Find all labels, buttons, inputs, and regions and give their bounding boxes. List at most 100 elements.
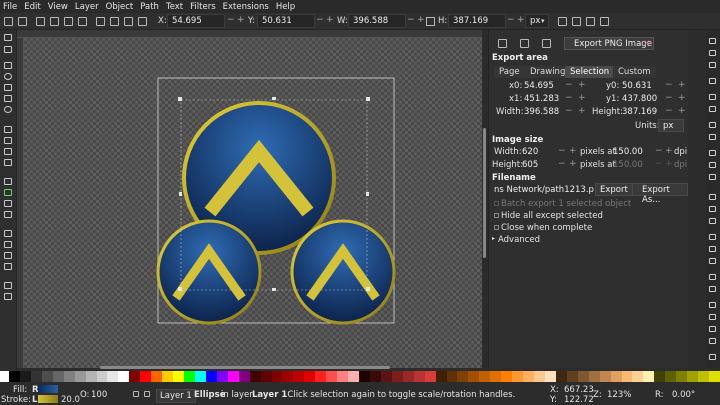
color-swatch[interactable]: [709, 371, 720, 382]
color-swatch[interactable]: [205, 371, 217, 382]
layer-lock-icon[interactable]: [144, 391, 150, 397]
filename-input[interactable]: ns Network/path1213.png: [494, 184, 594, 197]
x1-input[interactable]: 451.283: [524, 93, 559, 106]
color-swatch[interactable]: [227, 371, 239, 382]
color-swatch[interactable]: [523, 371, 534, 382]
dpi-x-increment[interactable]: +: [665, 146, 673, 156]
y-decrement[interactable]: −: [316, 15, 324, 25]
color-swatch[interactable]: [282, 371, 294, 382]
color-swatch[interactable]: [151, 371, 163, 382]
color-swatch[interactable]: [610, 371, 622, 382]
x0-input[interactable]: 54.695: [524, 80, 554, 93]
menu-view[interactable]: View: [48, 2, 68, 12]
raise-top-icon[interactable]: [138, 17, 147, 26]
close-when-checkbox[interactable]: [494, 225, 499, 230]
advanced-expander[interactable]: Advanced: [498, 235, 540, 245]
gradient-tool-icon[interactable]: [4, 263, 12, 270]
menu-edit[interactable]: Edit: [24, 2, 40, 12]
export-tab[interactable]: Export PNG Image ×: [564, 37, 654, 50]
color-swatch[interactable]: [676, 371, 688, 382]
color-swatch[interactable]: [162, 371, 174, 382]
menu-text[interactable]: Text: [166, 2, 183, 12]
x1-increment[interactable]: +: [578, 93, 586, 103]
move-gradients-icon[interactable]: [586, 17, 595, 26]
w-increment[interactable]: +: [417, 15, 425, 25]
stroke-indicator[interactable]: L: [32, 395, 37, 405]
h-decrement[interactable]: −: [507, 15, 515, 25]
fill-stroke-dialog-icon[interactable]: [709, 302, 716, 308]
flip-vertical-icon[interactable]: [78, 17, 87, 26]
export-button[interactable]: Export: [595, 183, 633, 196]
text-tool-icon[interactable]: [4, 159, 12, 166]
spiral-tool-icon[interactable]: [4, 106, 12, 113]
xml-editor-icon[interactable]: [709, 326, 716, 332]
pen-tool-icon[interactable]: [4, 137, 12, 144]
color-swatch[interactable]: [315, 371, 327, 382]
y-increment[interactable]: +: [326, 15, 334, 25]
color-swatch[interactable]: [588, 371, 600, 382]
y0-input[interactable]: 50.631: [622, 80, 652, 93]
layer-visibility-icon[interactable]: [133, 391, 139, 397]
x1-decrement[interactable]: −: [565, 93, 573, 103]
align-tab-icon[interactable]: [542, 39, 551, 48]
y1-increment[interactable]: +: [678, 93, 686, 103]
selector-tool-icon[interactable]: [4, 34, 12, 41]
redo-icon[interactable]: [709, 134, 716, 140]
color-swatch[interactable]: [19, 371, 31, 382]
flip-horizontal-icon[interactable]: [64, 17, 73, 26]
hide-all-label[interactable]: Hide all except selected: [501, 211, 603, 221]
x-increment[interactable]: +: [237, 15, 245, 25]
connector-tool-icon[interactable]: [4, 211, 12, 218]
dpi-x-decrement[interactable]: −: [655, 146, 663, 156]
unit-dropdown-icon[interactable]: ▾: [541, 17, 545, 25]
area-drawing-button[interactable]: Drawing: [525, 66, 571, 78]
scale-corners-icon[interactable]: [572, 17, 581, 26]
close-tab-icon[interactable]: ×: [643, 38, 650, 47]
w-decrement[interactable]: −: [407, 15, 415, 25]
color-swatch[interactable]: [129, 371, 141, 382]
color-swatch[interactable]: [577, 371, 589, 382]
new-document-icon[interactable]: [709, 38, 716, 44]
left-small-circle[interactable]: [156, 219, 262, 325]
y0-decrement[interactable]: −: [665, 80, 673, 90]
opacity-input[interactable]: 100: [91, 390, 107, 400]
scale-stroke-icon[interactable]: [558, 17, 567, 26]
color-swatch[interactable]: [665, 371, 677, 382]
color-swatch[interactable]: [30, 371, 42, 382]
drawing-canvas[interactable]: [24, 38, 482, 368]
vertical-scroll-thumb[interactable]: [483, 128, 486, 258]
advanced-expander-icon[interactable]: ▸: [492, 235, 495, 242]
color-swatch[interactable]: [413, 371, 425, 382]
no-color-swatch[interactable]: [0, 371, 9, 382]
color-swatch[interactable]: [52, 371, 64, 382]
lower-bottom-icon[interactable]: [96, 17, 105, 26]
import-icon[interactable]: [709, 94, 716, 100]
color-swatch[interactable]: [260, 371, 272, 382]
color-swatch[interactable]: [96, 371, 108, 382]
h-input[interactable]: 387.169: [448, 14, 506, 28]
color-swatch[interactable]: [249, 371, 261, 382]
color-swatch[interactable]: [643, 371, 655, 382]
duplicate-icon[interactable]: [709, 234, 716, 240]
fill-stroke-tab-icon[interactable]: [498, 39, 507, 48]
star-tool-icon[interactable]: [4, 84, 12, 91]
paint-bucket-tool-icon[interactable]: [4, 252, 12, 259]
print-icon[interactable]: [709, 78, 716, 84]
color-swatch[interactable]: [457, 371, 469, 382]
color-swatch[interactable]: [566, 371, 578, 382]
color-swatch[interactable]: [74, 371, 86, 382]
w-input[interactable]: 396.588: [348, 14, 406, 28]
color-swatch[interactable]: [304, 371, 316, 382]
lower-icon[interactable]: [110, 17, 119, 26]
fill-swatch[interactable]: [38, 385, 58, 393]
color-swatch[interactable]: [599, 371, 611, 382]
image-width-decrement[interactable]: −: [558, 146, 566, 156]
open-file-icon[interactable]: [709, 50, 716, 56]
color-swatch[interactable]: [380, 371, 392, 382]
right-small-circle[interactable]: [290, 219, 396, 325]
select-all-icon[interactable]: [4, 17, 13, 26]
zoom-selection-icon[interactable]: [709, 194, 716, 200]
zoom-drawing-icon[interactable]: [709, 206, 716, 212]
menu-extensions[interactable]: Extensions: [223, 2, 269, 12]
save-icon[interactable]: [709, 62, 716, 68]
